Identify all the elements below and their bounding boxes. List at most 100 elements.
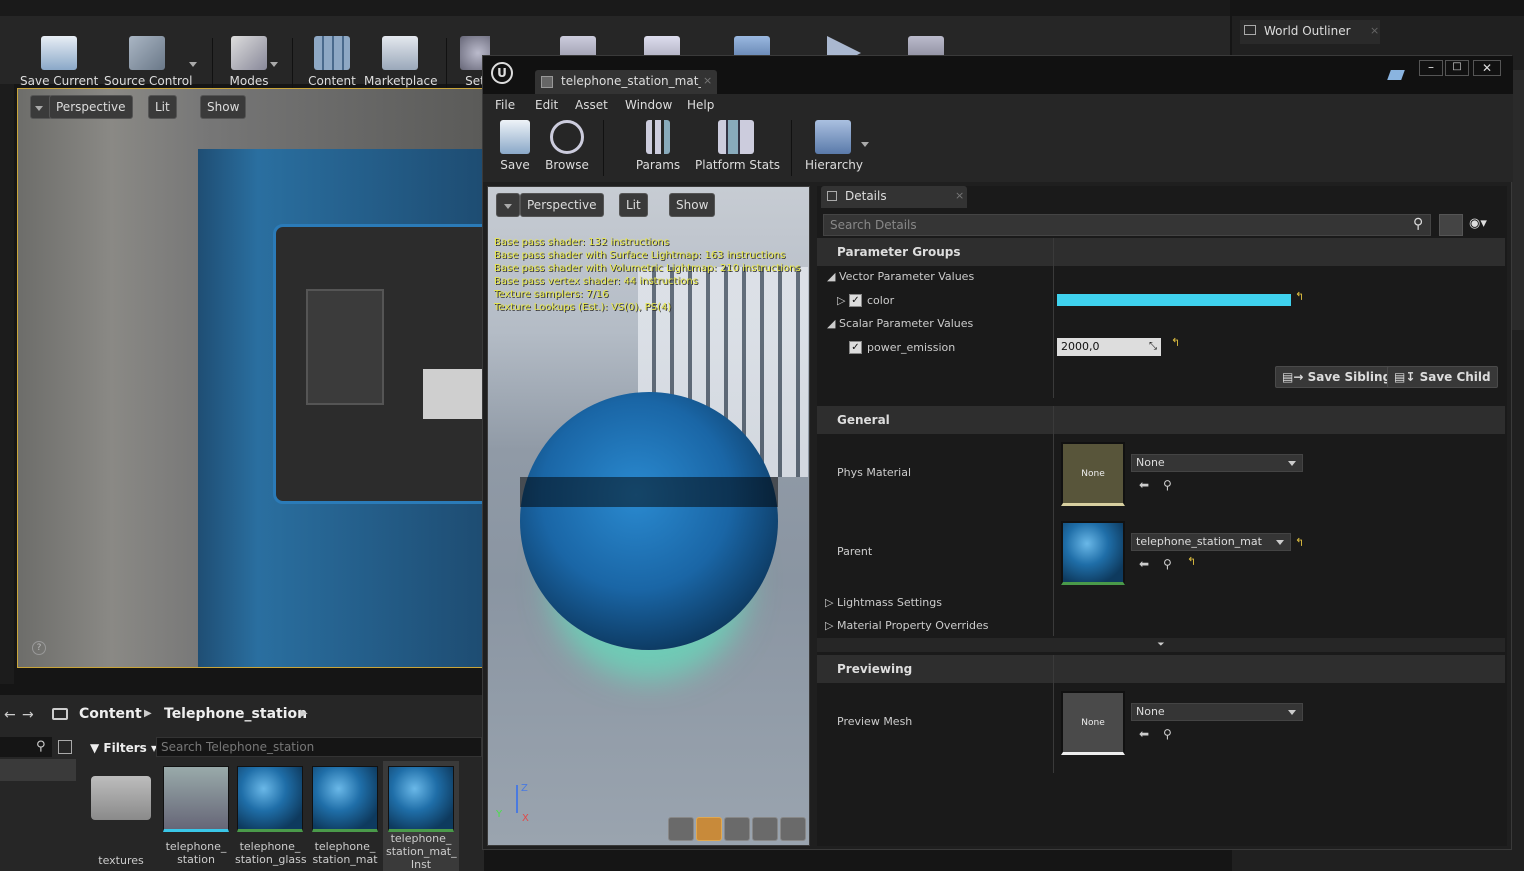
save-button[interactable]: Save <box>495 120 535 180</box>
parent-material-thumbnail[interactable] <box>1061 521 1125 585</box>
browse-button[interactable]: Browse <box>543 120 591 180</box>
browse-magnifier-icon[interactable]: ⚲ <box>1163 557 1172 571</box>
close-tab-icon[interactable]: × <box>955 189 964 202</box>
column-splitter[interactable] <box>1053 406 1054 636</box>
custom-mesh-button[interactable] <box>780 817 806 841</box>
content-browser-link-icon[interactable] <box>1387 70 1405 80</box>
general-header[interactable]: General <box>817 406 1505 434</box>
plane-mesh-button[interactable] <box>724 817 750 841</box>
menu-asset[interactable]: Asset <box>575 98 608 112</box>
phys-material-combo[interactable]: None <box>1131 454 1303 472</box>
shader-stat-line: Base pass shader with Surface Lightmap: … <box>494 250 786 261</box>
toolbar-separator <box>603 120 604 176</box>
list-view-icon[interactable] <box>58 740 72 754</box>
parent-material-combo[interactable]: telephone_station_mat <box>1131 533 1291 551</box>
save-sibling-button[interactable]: ▤→ Save Sibling <box>1275 366 1399 388</box>
marketplace-button[interactable]: Marketplace <box>364 36 438 96</box>
power-emission-input[interactable]: 2000,0 ⤡ <box>1057 338 1161 356</box>
help-icon[interactable]: ? <box>32 641 46 655</box>
filters-button[interactable]: ▼ Filters ▾ <box>90 741 157 755</box>
material-instance-editor-window: U telephone_station_mat_In × – □ ✕ File … <box>482 55 1513 850</box>
menu-edit[interactable]: Edit <box>535 98 558 112</box>
asset-telephone-station-mat-inst[interactable]: telephone_ station_mat_ Inst <box>386 766 457 871</box>
lit-button[interactable]: Lit <box>148 95 177 119</box>
platform-stats-button[interactable]: Platform Stats <box>695 120 780 180</box>
preview-mesh-thumbnail[interactable]: None <box>1061 691 1125 755</box>
advanced-expand-icon[interactable]: ⏷ <box>817 638 1505 652</box>
hierarchy-dropdown-icon[interactable] <box>861 142 869 147</box>
breadcrumb-content[interactable]: Content <box>79 706 142 722</box>
modes-dropdown-icon[interactable] <box>270 62 278 67</box>
column-splitter[interactable] <box>1053 238 1054 398</box>
breadcrumb-telephone-station[interactable]: Telephone_station <box>164 706 307 722</box>
sphere-mesh-button[interactable] <box>696 817 722 841</box>
close-window-button[interactable]: ✕ <box>1473 60 1501 76</box>
preview-perspective-button[interactable]: Perspective <box>520 193 604 217</box>
cube-mesh-button[interactable] <box>752 817 778 841</box>
forward-arrow-icon[interactable]: → <box>22 707 34 723</box>
source-control-button[interactable]: Source Control <box>104 36 192 96</box>
asset-telephone-station[interactable]: telephone_ station <box>161 766 231 866</box>
phys-material-thumbnail[interactable]: None <box>1061 442 1125 506</box>
source-control-dropdown-icon[interactable] <box>189 62 197 67</box>
use-selected-arrow-icon[interactable]: ⬅ <box>1139 478 1149 492</box>
previewing-header[interactable]: Previewing <box>817 655 1505 683</box>
menu-window[interactable]: Window <box>625 98 672 112</box>
scalar-params-group[interactable]: ◢ Scalar Parameter Values <box>827 317 973 330</box>
asset-telephone-station-mat[interactable]: telephone_ station_mat <box>310 766 380 866</box>
power-emission-override-checkbox[interactable]: ✓ <box>849 341 862 354</box>
perspective-button[interactable]: Perspective <box>49 95 133 119</box>
params-button[interactable]: Params <box>633 120 683 180</box>
use-selected-arrow-icon[interactable]: ⬅ <box>1139 727 1149 741</box>
content-button[interactable]: Content <box>306 36 358 96</box>
eye-visibility-icon[interactable]: ◉▾ <box>1469 216 1487 231</box>
parameter-groups-header[interactable]: Parameter Groups <box>817 238 1505 266</box>
modes-button[interactable]: Modes <box>224 36 274 96</box>
close-tab-icon[interactable]: × <box>1370 24 1379 37</box>
search-icon: ⚲ <box>1413 216 1424 232</box>
breadcrumb-separator-icon: ▶ <box>144 708 152 719</box>
use-selected-arrow-icon[interactable]: ⬅ <box>1139 557 1149 571</box>
reset-to-default-icon[interactable]: ↰ <box>1187 555 1196 568</box>
asset-tab[interactable]: telephone_station_mat_In × <box>535 70 717 94</box>
browse-magnifier-icon[interactable]: ⚲ <box>1163 727 1172 741</box>
window-title-bar[interactable]: U telephone_station_mat_In × – □ ✕ <box>483 56 1513 94</box>
preview-mesh-combo[interactable]: None <box>1131 703 1303 721</box>
asset-textures-folder[interactable]: textures <box>86 766 156 867</box>
preview-show-button[interactable]: Show <box>669 193 716 217</box>
cylinder-mesh-button[interactable] <box>668 817 694 841</box>
show-button[interactable]: Show <box>200 95 247 119</box>
column-splitter[interactable] <box>1053 655 1054 773</box>
level-viewport[interactable]: Perspective Lit Show ? <box>17 88 487 668</box>
asset-telephone-station-glass[interactable]: telephone_ station_glass <box>235 766 307 866</box>
maximize-button[interactable]: □ <box>1445 60 1469 76</box>
reset-to-default-icon[interactable]: ↰ <box>1295 290 1304 303</box>
world-outliner-tab[interactable]: World Outliner × <box>1240 20 1380 44</box>
menu-file[interactable]: File <box>495 98 515 112</box>
color-override-checkbox[interactable]: ✓ <box>849 294 862 307</box>
reset-to-default-icon[interactable]: ↰ <box>1171 336 1180 349</box>
expand-color-icon[interactable]: ▷ <box>837 294 845 307</box>
menu-help[interactable]: Help <box>687 98 714 112</box>
reset-to-default-icon[interactable]: ↰ <box>1295 536 1304 549</box>
modes-icon <box>231 36 267 70</box>
hierarchy-button[interactable]: Hierarchy <box>805 120 863 180</box>
material-preview-viewport[interactable]: Perspective Lit Show Base pass shader: 1… <box>487 186 810 846</box>
details-tab[interactable]: Details × <box>821 186 967 208</box>
preview-options-button[interactable] <box>496 193 520 217</box>
minimize-button[interactable]: – <box>1419 60 1443 76</box>
property-matrix-icon[interactable] <box>1439 214 1463 236</box>
lightmass-settings-group[interactable]: ▷ Lightmass Settings <box>825 596 942 609</box>
save-child-button[interactable]: ▤↧ Save Child <box>1387 366 1498 388</box>
material-property-overrides-group[interactable]: ▷ Material Property Overrides <box>825 619 989 632</box>
details-search-input[interactable]: Search Details <box>823 214 1431 236</box>
browse-magnifier-icon[interactable]: ⚲ <box>1163 478 1172 492</box>
preview-lit-button[interactable]: Lit <box>619 193 648 217</box>
back-arrow-icon[interactable]: ← <box>4 707 16 723</box>
folder-tree-selection[interactable] <box>0 759 76 781</box>
save-current-button[interactable]: Save Current <box>20 36 98 96</box>
color-swatch[interactable] <box>1057 294 1291 306</box>
vector-params-group[interactable]: ◢ Vector Parameter Values <box>827 270 974 283</box>
asset-search-input[interactable]: Search Telephone_station <box>156 737 482 757</box>
close-tab-icon[interactable]: × <box>703 74 712 87</box>
